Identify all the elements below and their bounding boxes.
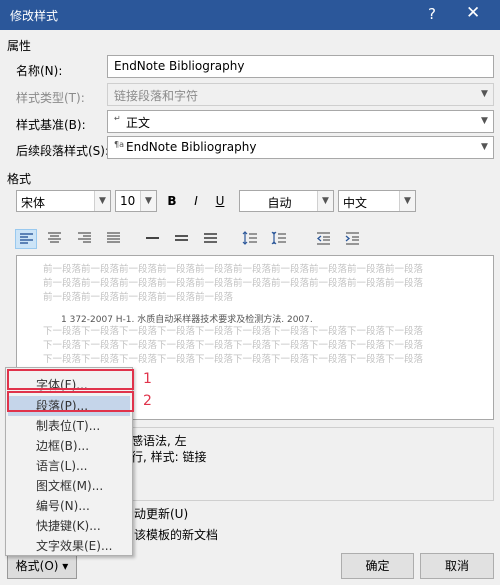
italic-button[interactable]: I [187,193,205,209]
align-center-icon [48,232,61,243]
justify-button[interactable] [103,229,125,249]
align-right-icon [78,232,91,243]
format-menu-button[interactable]: 格式(O) ▾ [7,553,77,579]
underline-button[interactable]: U [211,193,229,209]
description-line: 感语法, 左 [131,434,187,448]
menu-item-tabs[interactable]: 制表位(T)... [36,417,100,434]
properties-section-title: 属性 [7,39,32,53]
increase-indent-icon [345,232,359,245]
increase-spacing-button[interactable] [240,229,262,249]
chevron-down-icon: ▼ [481,116,488,126]
single-spacing-button[interactable] [142,229,164,249]
based-on-label: 样式基准(B): [16,118,86,132]
next-style-select[interactable]: ¶a EndNote Bibliography ▼ [107,136,494,159]
preview-previous-paragraph: 前一段落前一段落前一段落前一段落前一段落 [43,292,234,303]
decrease-paragraph-spacing-icon [271,231,286,245]
linked-style-icon: ¶a [114,140,124,149]
format-section-title: 格式 [7,172,32,186]
preview-next-paragraph: 下一段落下一段落下一段落下一段落下一段落下一段落下一段落下一段落下一段落下一段落 [43,326,424,337]
menu-item-frame[interactable]: 图文框(M)... [36,477,103,494]
increase-paragraph-spacing-icon [242,231,257,245]
align-left-icon [20,233,33,244]
font-select[interactable]: 宋体 ▼ [16,190,111,212]
next-style-label: 后续段落样式(S): [16,144,110,158]
chevron-down-icon: ▼ [140,191,156,211]
highlight-box-paragraph [7,391,134,412]
chevron-down-icon: ▼ [481,142,488,152]
single-spacing-icon [146,237,159,239]
window-title: 修改样式 [10,9,59,23]
preview-previous-paragraph: 前一段落前一段落前一段落前一段落前一段落前一段落前一段落前一段落前一段落前一段落 [43,264,424,275]
based-on-select[interactable]: ↵ 正文 ▼ [107,110,494,133]
chevron-down-icon: ▼ [317,191,333,211]
align-right-button[interactable] [74,229,96,249]
style-type-label: 样式类型(T): [16,91,85,105]
title-bar: 修改样式 ? ✕ [0,0,500,30]
double-spacing-icon [204,233,217,243]
align-center-button[interactable] [44,229,66,249]
chevron-down-icon: ▼ [94,191,110,211]
one-half-spacing-icon [175,235,188,241]
font-color-select[interactable]: 自动 ▼ [239,190,334,212]
auto-update-checkbox-label[interactable]: 动更新(U) [134,505,188,522]
menu-item-shortcut-key[interactable]: 快捷键(K)... [36,517,101,534]
description-line: 行, 样式: 链接 [131,450,207,464]
menu-item-numbering[interactable]: 编号(N)... [36,497,90,514]
bold-button[interactable]: B [163,193,181,209]
align-left-button[interactable] [15,229,37,249]
preview-next-paragraph: 下一段落下一段落下一段落下一段落下一段落下一段落下一段落下一段落下一段落下一段落 [43,354,424,365]
annotation-number-2: 2 [143,393,152,409]
name-label: 名称(N): [16,64,63,78]
script-select[interactable]: 中文 ▼ [338,190,416,212]
menu-item-border[interactable]: 边框(B)... [36,437,89,454]
help-button[interactable]: ? [428,5,436,23]
decrease-indent-button[interactable] [313,229,335,249]
font-size-select[interactable]: 10 ▼ [115,190,157,212]
paragraph-style-icon: ↵ [114,114,121,123]
preview-next-paragraph: 下一段落下一段落下一段落下一段落下一段落下一段落下一段落下一段落下一段落下一段落 [43,340,424,351]
one-half-spacing-button[interactable] [171,229,193,249]
decrease-indent-icon [316,232,330,245]
cancel-button[interactable]: 取消 [420,553,494,579]
new-documents-radio-label[interactable]: 该模板的新文档 [134,526,218,543]
increase-indent-button[interactable] [342,229,364,249]
preview-previous-paragraph: 前一段落前一段落前一段落前一段落前一段落前一段落前一段落前一段落前一段落前一段落 [43,278,424,289]
preview-sample-text: 1 372-2007 H-1. 水质自动采样器技术要求及检测方法. 2007. [61,315,313,325]
chevron-down-icon: ▼ [481,89,488,99]
name-input[interactable]: EndNote Bibliography [107,55,494,78]
chevron-down-icon: ▼ [399,191,415,211]
decrease-spacing-button[interactable] [269,229,291,249]
menu-item-language[interactable]: 语言(L)... [36,457,88,474]
justify-icon [107,232,120,243]
highlight-box-font [7,369,134,390]
close-button[interactable]: ✕ [466,3,480,23]
double-spacing-button[interactable] [200,229,222,249]
annotation-number-1: 1 [143,371,152,387]
ok-button[interactable]: 确定 [341,553,414,579]
menu-item-text-effects[interactable]: 文字效果(E)... [36,537,112,554]
style-type-select: 链接段落和字符 ▼ [107,83,494,106]
